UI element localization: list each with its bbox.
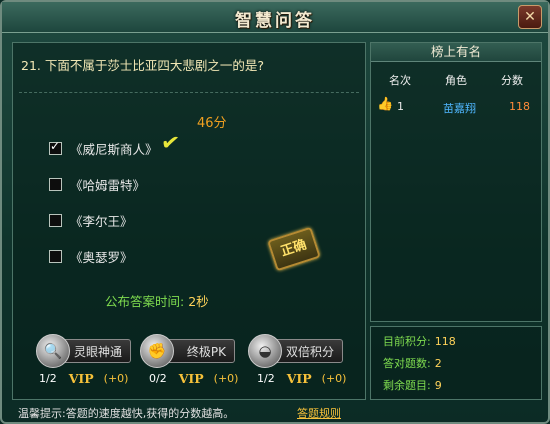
divider [19,92,359,93]
row-name[interactable]: 苗嘉翔 [443,100,476,116]
question-panel: 21. 下面不属于莎士比亚四大悲剧之一的是? 46分 《威尼斯商人》 ✔ 《哈姆… [12,42,366,400]
vip-label: VIP [286,370,312,386]
answer-option-4[interactable]: 《奥瑟罗》 [49,248,133,265]
skill-button-pk[interactable]: ✊ 终极PK [140,334,235,368]
close-icon[interactable]: ✕ [518,5,542,29]
skill-button-double[interactable]: ◒ 双倍积分 [248,334,343,368]
skill-info-pk: 0/2 VIP (+0) [149,369,238,387]
leaderboard-title: 榜上有名 [371,43,541,62]
skill-label: 双倍积分 [285,344,334,359]
reveal-label: 公布答案时间: [105,294,185,309]
stat-value: 118 [434,335,456,348]
skill-count: 0/2 [149,371,167,385]
option-label: 《哈姆雷特》 [70,177,146,193]
magnifier-icon: 🔍 [36,334,70,368]
stat-label: 目前积分: [383,335,431,348]
stat-label: 答对题数: [383,357,431,370]
vip-label: VIP [178,370,204,386]
footer-bar: 温馨提示:答题的速度越快,获得的分数越高。 答题规则 [12,404,540,422]
answer-option-1[interactable]: 《威尼斯商人》 [49,139,158,157]
skill-label: 灵眼神通 [73,344,122,359]
vip-bonus: (+0) [103,371,129,385]
rules-link[interactable]: 答题规则 [297,405,341,421]
skill-info-double: 1/2 VIP (+0) [257,369,346,387]
checkmark-icon: ✔ [159,129,182,158]
answer-option-2[interactable]: 《哈姆雷特》 [49,176,146,193]
header-score: 分数 [501,74,523,87]
option-label: 《奥瑟罗》 [70,249,133,265]
stat-remaining: 剩余题目: 9 [383,377,442,393]
stat-label: 剩余题目: [383,379,431,392]
reveal-timer: 公布答案时间: 2秒 [105,291,209,310]
fist-icon: ✊ [140,334,174,368]
window-title: 智慧问答 [235,11,315,31]
option-label: 《威尼斯商人》 [70,141,158,157]
vip-bonus: (+0) [321,371,347,385]
row-score: 118 [509,100,530,113]
stat-correct: 答对题数: 2 [383,355,442,371]
option-label: 《李尔王》 [70,213,133,229]
ingot-icon: ◒ [248,334,282,368]
checkbox[interactable] [49,139,62,155]
row-rank: 1 [397,100,404,113]
tip-text: 温馨提示:答题的速度越快,获得的分数越高。 [18,405,234,421]
tip-label: 温馨提示: [18,407,66,420]
quiz-window: 智慧问答 ✕ 21. 下面不属于莎士比亚四大悲剧之一的是? 46分 《威尼斯商人… [0,0,550,424]
stat-value: 2 [434,357,442,370]
title-bar[interactable]: 智慧问答 ✕ [2,2,548,33]
reveal-value: 2秒 [188,294,209,309]
question-text: 21. 下面不属于莎士比亚四大悲剧之一的是? [21,58,264,73]
question-score: 46分 [197,116,227,131]
vip-label: VIP [68,370,94,386]
skill-label: 终极PK [186,344,226,359]
checkbox[interactable] [49,177,62,191]
checkbox[interactable] [49,249,62,263]
vip-bonus: (+0) [213,371,239,385]
skill-count: 1/2 [257,371,275,385]
leaderboard-panel: 榜上有名 名次 角色 分数 👍 1 苗嘉翔 118 [370,42,542,322]
header-rank: 名次 [389,74,411,87]
skill-info-insight: 1/2 VIP (+0) [39,369,128,387]
answer-option-3[interactable]: 《李尔王》 [49,212,133,229]
stat-value: 9 [434,379,442,392]
header-name: 角色 [445,74,467,87]
correct-stamp: 正确 [267,226,321,272]
checkbox[interactable] [49,213,62,227]
skill-count: 1/2 [39,371,57,385]
thumbs-up-icon: 👍 [377,97,394,112]
stats-panel: 目前积分: 118 答对题数: 2 剩余题目: 9 [370,326,542,400]
tip-body: 答题的速度越快,获得的分数越高。 [65,407,235,420]
skill-button-insight[interactable]: 🔍 灵眼神通 [36,334,131,368]
stat-total: 目前积分: 118 [383,333,456,349]
